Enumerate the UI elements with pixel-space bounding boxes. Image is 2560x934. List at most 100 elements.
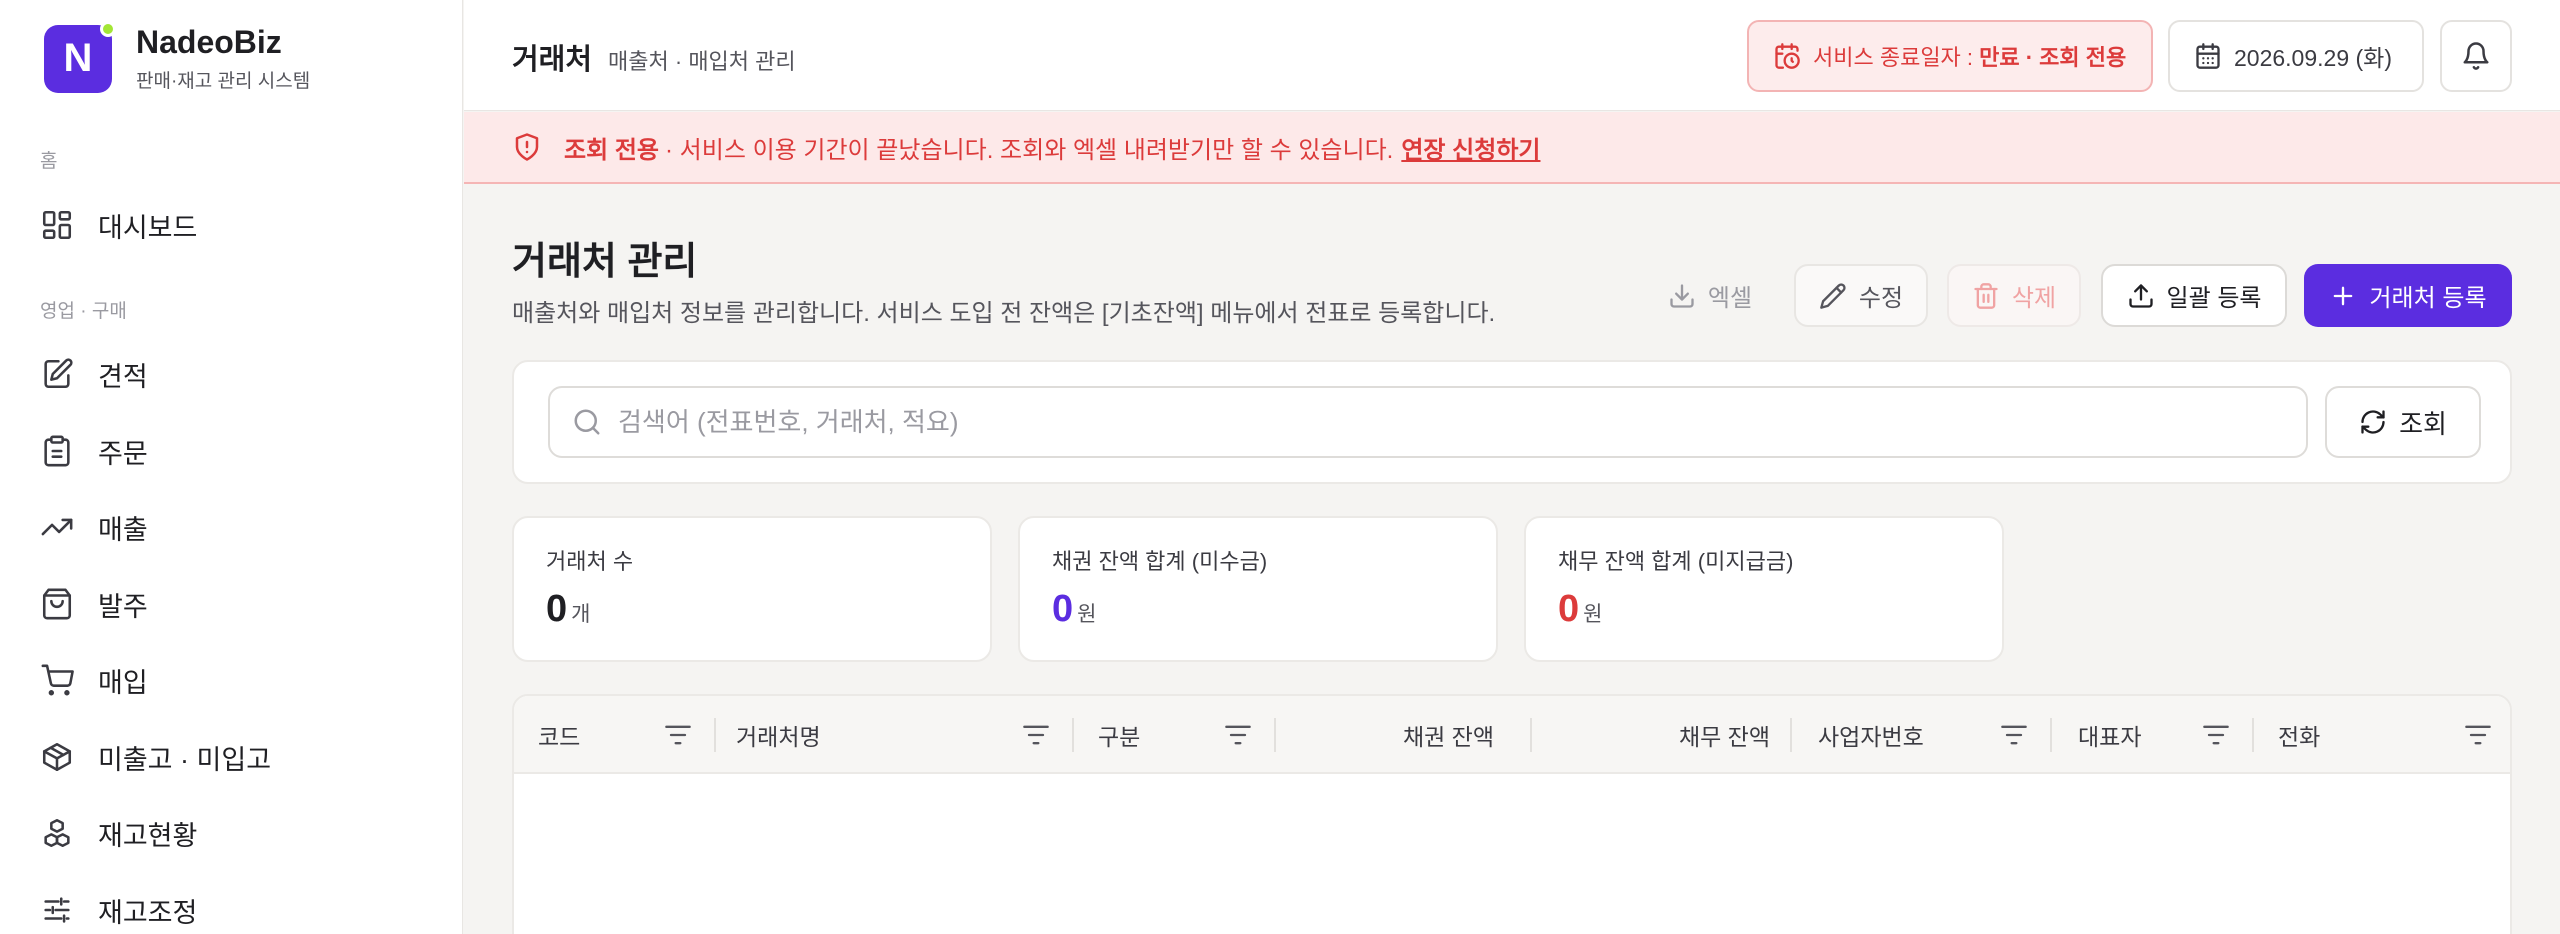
nav-section-sales: 영업 · 구매: [40, 301, 127, 322]
stat-value: 0: [1558, 588, 1580, 630]
package-icon: [42, 742, 72, 772]
filter-icon[interactable]: [2202, 722, 2230, 748]
column-label: 구분: [1098, 724, 1141, 750]
column-label: 대표자: [2078, 724, 2142, 750]
column-label: 거래처명: [736, 724, 821, 750]
shield-alert-icon: [515, 133, 539, 161]
sidebar-item-purchase-order[interactable]: 발주: [40, 576, 440, 632]
stat-label: 채권 잔액 합계 (미수금): [1052, 549, 1268, 574]
excel-button[interactable]: 엑셀: [1646, 264, 1774, 327]
sidebar-item-purchase[interactable]: 매입: [40, 652, 440, 708]
alert-strong: 조회 전용: [564, 136, 659, 164]
service-status-badge[interactable]: 서비스 종료일자 : 만료 · 조회 전용: [1747, 20, 2153, 92]
search-box[interactable]: [548, 386, 2308, 458]
column-divider: [2252, 718, 2254, 752]
brand[interactable]: N NadeoBiz 판매·재고 관리 시스템: [44, 20, 311, 93]
add-partner-button[interactable]: 거래처 등록: [2304, 264, 2512, 327]
calendar-clock-icon: [1775, 43, 1800, 69]
sidebar-item-sales[interactable]: 매출: [40, 499, 440, 555]
sidebar-item-quote[interactable]: 견적: [40, 346, 440, 402]
column-divider: [1072, 718, 1074, 752]
sidebar-item-label: 미출고 · 미입고: [98, 744, 272, 775]
page-title: 거래처 관리: [512, 241, 698, 283]
brand-name: NadeoBiz: [136, 24, 282, 60]
dashboard-icon: [42, 210, 72, 240]
sliders-icon: [44, 897, 70, 923]
current-date: 2026.09.29 (화): [2234, 45, 2392, 71]
edit-button[interactable]: 수정: [1794, 264, 1928, 327]
search-icon: [574, 409, 600, 435]
stat-payable-total: 채무 잔액 합계 (미지급금) 0 원: [1524, 516, 2004, 662]
stat-value: 0: [546, 588, 568, 630]
logo-status-dot: [100, 20, 116, 37]
partner-table: 코드 거래처명 구분 채권 잔액 채무 잔액 사업자번호 대표자 전화: [512, 694, 2512, 934]
notifications-button[interactable]: [2440, 20, 2512, 92]
shopping-bag-icon: [42, 588, 72, 620]
delete-button[interactable]: 삭제: [1947, 264, 2081, 327]
service-prefix: 서비스 종료일자 :: [1813, 45, 1980, 70]
sidebar-item-label: 매출: [98, 514, 148, 545]
filter-icon[interactable]: [2000, 722, 2028, 748]
edit-label: 수정: [1858, 285, 1904, 312]
sidebar-item-adjustment[interactable]: 재고조정: [40, 882, 440, 934]
stat-partner-count: 거래처 수 0 개: [512, 516, 992, 662]
header-title: 거래처: [512, 44, 593, 76]
stat-label: 채무 잔액 합계 (미지급금): [1558, 549, 1794, 574]
filter-icon[interactable]: [664, 722, 692, 748]
service-status-text: 서비스 종료일자 : 만료 · 조회 전용: [1813, 40, 2126, 72]
cart-icon: [41, 664, 74, 696]
sidebar-item-order[interactable]: 주문: [40, 423, 440, 479]
column-label: 채권 잔액: [1402, 724, 1494, 750]
bulk-register-button[interactable]: 일괄 등록: [2101, 264, 2287, 327]
refresh-icon: [2361, 410, 2385, 434]
column-header-representative[interactable]: 대표자: [2078, 696, 2252, 774]
column-label: 채무 잔액: [1678, 724, 1770, 750]
excel-label: 엑셀: [1707, 285, 1753, 312]
column-divider: [1790, 718, 1792, 752]
table-header: 코드 거래처명 구분 채권 잔액 채무 잔액 사업자번호 대표자 전화: [514, 696, 2510, 774]
search-input[interactable]: [618, 406, 2278, 438]
stat-label: 거래처 수: [546, 549, 634, 574]
header-subtitle: 매출처 · 매입처 관리: [608, 49, 796, 74]
bulk-register-label: 일괄 등록: [2166, 285, 2262, 312]
query-label: 조회: [2399, 408, 2447, 439]
extend-link[interactable]: 연장 신청하기: [1401, 130, 1540, 165]
filter-icon[interactable]: [2464, 722, 2492, 748]
bell-icon: [2463, 42, 2489, 70]
read-only-alert: 조회 전용 · 서비스 이용 기간이 끝났습니다. 조회와 엑셀 내려받기만 할…: [464, 112, 2560, 184]
stat-unit: 원: [1077, 603, 1097, 626]
filter-icon[interactable]: [1022, 722, 1050, 748]
download-icon: [1670, 283, 1694, 308]
logo: N: [44, 20, 116, 93]
column-divider: [2050, 718, 2052, 752]
search-card: 조회: [512, 360, 2512, 484]
query-button[interactable]: 조회: [2325, 386, 2481, 458]
sidebar-item-label: 견적: [98, 361, 148, 392]
sidebar-item-pending[interactable]: 미출고 · 미입고: [40, 729, 440, 785]
column-header-name[interactable]: 거래처명: [736, 696, 1072, 774]
sidebar-item-inventory[interactable]: 재고현황: [40, 805, 440, 861]
service-status: 만료 · 조회 전용: [1979, 45, 2127, 70]
brand-subtitle: 판매·재고 관리 시스템: [136, 71, 311, 92]
column-divider: [714, 718, 716, 752]
nav-section-home: 홈: [40, 151, 58, 172]
sidebar-item-label: 대시보드: [98, 212, 198, 243]
top-bar: 거래처 매출처 · 매입처 관리 서비스 종료일자 : 만료 · 조회 전용 2…: [464, 0, 2560, 111]
date-picker[interactable]: 2026.09.29 (화): [2168, 20, 2424, 92]
column-header-business-number[interactable]: 사업자번호: [1818, 696, 2050, 774]
quote-edit-icon: [44, 358, 73, 389]
column-label: 사업자번호: [1818, 724, 1924, 750]
stat-receivable-total: 채권 잔액 합계 (미수금) 0 원: [1018, 516, 1498, 662]
sidebar-item-dashboard[interactable]: 대시보드: [40, 197, 440, 253]
column-header-type[interactable]: 구분: [1098, 696, 1274, 774]
filter-icon[interactable]: [1224, 722, 1252, 748]
column-header-phone[interactable]: 전화: [2278, 696, 2510, 774]
column-label: 전화: [2278, 724, 2321, 750]
column-header-receivable[interactable]: 채권 잔액: [1274, 696, 1514, 774]
column-header-payable[interactable]: 채무 잔액: [1530, 696, 1790, 774]
page-description: 매출처와 매입처 정보를 관리합니다. 서비스 도입 전 잔액은 [기초잔액] …: [512, 300, 1496, 327]
plus-icon: [2334, 286, 2353, 305]
sidebar-item-label: 재고조정: [98, 897, 198, 928]
column-header-code[interactable]: 코드: [538, 696, 714, 774]
stat-unit: 개: [571, 603, 591, 626]
